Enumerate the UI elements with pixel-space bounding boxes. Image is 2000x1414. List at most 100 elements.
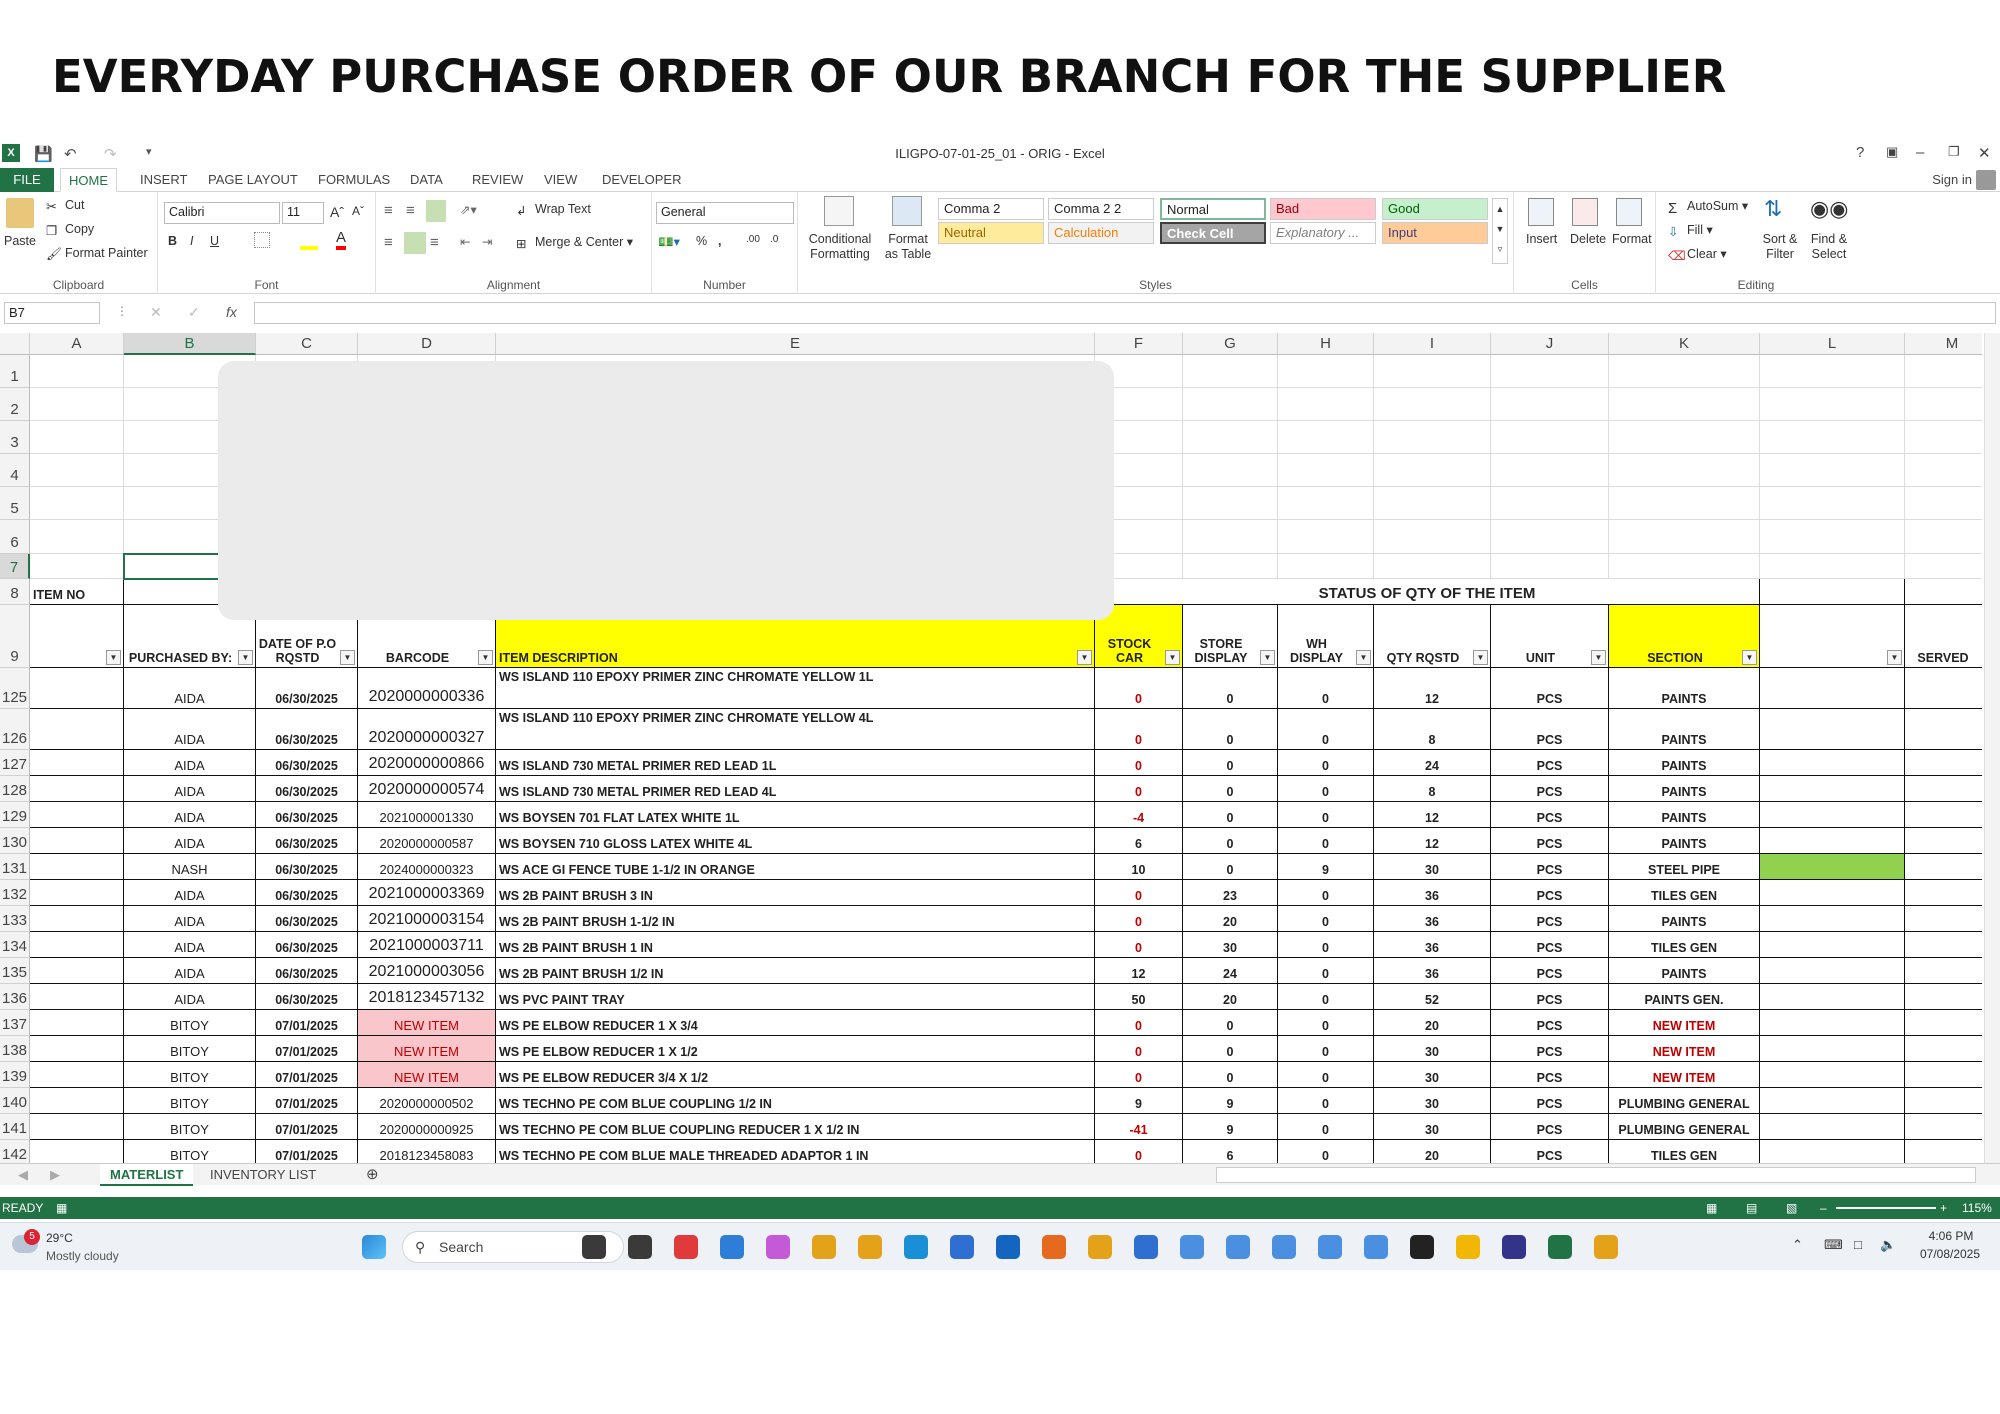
cell-style-comma-2[interactable]: Comma 2	[938, 198, 1044, 220]
format-as-table-button[interactable]: Format as Table	[880, 232, 936, 262]
vertical-scrollbar[interactable]	[1984, 333, 2000, 1163]
row-header-126[interactable]: 126	[0, 709, 30, 750]
item-description-cell[interactable]: WS BOYSEN 701 FLAT LATEX WHITE 1L	[496, 802, 1095, 828]
stock-cell[interactable]: 9	[1095, 1088, 1183, 1114]
stock-cell[interactable]: -41	[1095, 1114, 1183, 1140]
prev-sheet-icon[interactable]: ◀	[8, 1164, 38, 1186]
increase-indent-icon[interactable]: ⇥	[482, 234, 492, 249]
add-sheet-icon[interactable]: ⊕	[356, 1164, 389, 1186]
cell[interactable]	[1278, 454, 1374, 487]
served-cell[interactable]	[1905, 1114, 1982, 1140]
cell[interactable]	[1374, 487, 1491, 520]
wh-display-cell[interactable]: 0	[1278, 828, 1374, 854]
cell[interactable]	[1183, 487, 1278, 520]
served-cell[interactable]	[1905, 984, 1982, 1010]
column-header-l[interactable]: L	[1760, 333, 1905, 355]
purchased-by-cell[interactable]: AIDA	[124, 802, 256, 828]
italic-icon[interactable]: I	[190, 234, 193, 248]
qty-rqstd-cell[interactable]: 20	[1374, 1140, 1491, 1163]
qty-rqstd-cell[interactable]: 30	[1374, 1088, 1491, 1114]
unit-cell[interactable]: PCS	[1491, 1010, 1609, 1036]
served-cell[interactable]	[1905, 828, 1982, 854]
store-display-cell[interactable]: 0	[1183, 750, 1278, 776]
column-header-m[interactable]: M	[1905, 333, 1982, 355]
cell[interactable]	[1183, 520, 1278, 554]
app-icon[interactable]	[1180, 1235, 1204, 1259]
sheet-tab-inventory-list[interactable]: INVENTORY LIST	[200, 1164, 326, 1186]
section-cell[interactable]: TILES GEN	[1609, 1140, 1760, 1163]
borders-icon[interactable]	[254, 232, 270, 248]
section-cell[interactable]: TILES GEN	[1609, 932, 1760, 958]
qty-rqstd-cell[interactable]: 12	[1374, 828, 1491, 854]
align-left-icon[interactable]: ≡	[384, 234, 393, 251]
cell[interactable]	[1183, 554, 1278, 579]
store-display-cell[interactable]: 0	[1183, 709, 1278, 750]
wh-display-cell[interactable]: 0	[1278, 668, 1374, 709]
cell[interactable]	[30, 520, 124, 554]
close-icon[interactable]: ✕	[1978, 144, 1991, 162]
underline-icon[interactable]: U	[210, 234, 219, 248]
stock-cell[interactable]: 0	[1095, 1010, 1183, 1036]
unit-cell[interactable]: PCS	[1491, 709, 1609, 750]
barcode-cell[interactable]: NEW ITEM	[358, 1062, 496, 1088]
cell[interactable]	[1491, 554, 1609, 579]
cell[interactable]	[1609, 454, 1760, 487]
ribbon-display-icon[interactable]: ▣	[1886, 144, 1898, 160]
column-header-d[interactable]: D	[358, 333, 496, 355]
unit-cell[interactable]: PCS	[1491, 854, 1609, 880]
cell[interactable]	[1609, 554, 1760, 579]
shrink-font-icon[interactable]: Aˇ	[352, 204, 364, 218]
served-cell[interactable]	[1905, 776, 1982, 802]
outlook-icon[interactable]	[996, 1235, 1020, 1259]
row-header-2[interactable]: 2	[0, 388, 30, 421]
date-cell[interactable]: 06/30/2025	[256, 854, 358, 880]
cell[interactable]	[1183, 421, 1278, 454]
item-description-cell[interactable]: WS ISLAND 110 EPOXY PRIMER ZINC CHROMATE…	[496, 668, 1095, 709]
qty-rqstd-cell[interactable]: 36	[1374, 880, 1491, 906]
section-cell[interactable]: PAINTS	[1609, 750, 1760, 776]
date-cell[interactable]: 06/30/2025	[256, 958, 358, 984]
align-bottom-icon[interactable]	[426, 200, 446, 222]
app-icon[interactable]	[1410, 1235, 1434, 1259]
cell[interactable]	[30, 355, 124, 388]
store-display-cell[interactable]: 0	[1183, 802, 1278, 828]
cell[interactable]	[30, 828, 124, 854]
stock-cell[interactable]: 0	[1095, 709, 1183, 750]
cell[interactable]	[1374, 355, 1491, 388]
find-select-button[interactable]: Find & Select	[1806, 232, 1852, 262]
cell[interactable]	[30, 1114, 124, 1140]
cell[interactable]	[1760, 454, 1905, 487]
cell[interactable]	[1760, 802, 1905, 828]
row-header-129[interactable]: 129	[0, 802, 30, 828]
chrome-icon[interactable]	[1594, 1235, 1618, 1259]
purchased-by-cell[interactable]: AIDA	[124, 709, 256, 750]
cancel-icon[interactable]: ✕	[150, 304, 162, 321]
served-cell[interactable]	[1905, 1010, 1982, 1036]
cell[interactable]	[1905, 487, 1982, 520]
purchased-by-cell[interactable]: AIDA	[124, 932, 256, 958]
barcode-cell[interactable]: 2021000003056	[358, 958, 496, 984]
normal-view-icon[interactable]: ▦	[1706, 1197, 1717, 1219]
cell[interactable]	[1760, 854, 1905, 880]
section-cell[interactable]: NEW ITEM	[1609, 1036, 1760, 1062]
insert-function-icon[interactable]: fx	[226, 304, 237, 320]
served-cell[interactable]	[1905, 906, 1982, 932]
align-top-icon[interactable]: ≡	[384, 202, 393, 219]
formula-input[interactable]	[254, 302, 1996, 324]
clear-button[interactable]: ⌫Clear ▾	[1668, 246, 1727, 263]
row-header-141[interactable]: 141	[0, 1114, 30, 1140]
paste-button[interactable]: Paste	[4, 234, 36, 248]
cell[interactable]	[30, 1140, 124, 1163]
cell[interactable]	[1760, 388, 1905, 421]
tab-view[interactable]: VIEW	[536, 168, 585, 192]
keyboard-icon[interactable]: ⌨	[1824, 1237, 1843, 1253]
format-button[interactable]: Format	[1612, 232, 1652, 246]
cell-style-calculation[interactable]: Calculation	[1048, 222, 1154, 244]
store-display-cell[interactable]: 23	[1183, 880, 1278, 906]
wrap-text-button[interactable]: ↲ Wrap Text	[516, 202, 591, 218]
row-header-136[interactable]: 136	[0, 984, 30, 1010]
qty-rqstd-cell[interactable]: 36	[1374, 906, 1491, 932]
tab-data[interactable]: DATA	[402, 168, 451, 192]
format-painter-button[interactable]: 🖌 Format Painter	[46, 246, 148, 261]
stock-cell[interactable]: 0	[1095, 880, 1183, 906]
